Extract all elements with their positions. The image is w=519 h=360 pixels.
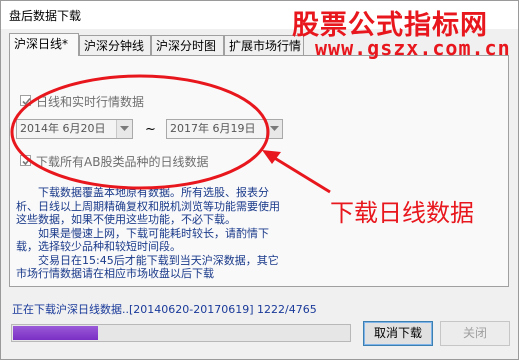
info-line: 交易日在15:45后才能下载到当天沪深数据，其它市场行情数据请在相应市场收盘以后… xyxy=(16,253,279,281)
tab-daily-label: 沪深日线* xyxy=(14,37,69,51)
download-status: 正在下载沪深日线数据..[20140620-20170619] 1222/476… xyxy=(12,303,317,316)
start-date-value: 2014年 6月20日 xyxy=(20,122,106,135)
chevron-down-icon xyxy=(270,126,279,131)
daily-realtime-checkbox[interactable] xyxy=(20,95,31,106)
close-label: 关闭 xyxy=(462,326,487,340)
info-text: 下载数据覆盖本地原有数据。所有选股、报表分析、日线以上周期精确复权和脱机浏览等功… xyxy=(16,186,286,281)
cancel-download-label: 取消下载 xyxy=(373,326,422,340)
date-separator: ~ xyxy=(145,122,156,137)
check-icon xyxy=(22,157,31,166)
tab-minute[interactable]: 沪深分钟线 xyxy=(79,35,151,55)
cancel-download-button[interactable]: 取消下载 xyxy=(363,321,433,346)
progress-fill xyxy=(13,326,98,340)
end-date-picker[interactable]: 2017年 6月19日 xyxy=(166,119,283,139)
window-title: 盘后数据下载 xyxy=(9,9,82,23)
watermark-url: www.gszx.com.cn xyxy=(315,36,511,60)
info-line: 下载数据覆盖本地原有数据。所有选股、报表分析、日线以上周期精确复权和脱机浏览等功… xyxy=(16,186,280,226)
tab-minute-label: 沪深分钟线 xyxy=(84,39,145,53)
info-line: 如果是慢速上网，下载可能耗时较长，请酌情下载，选择较少品种和较短时间段。 xyxy=(16,226,269,254)
tab-timeshare[interactable]: 沪深分时图 xyxy=(151,35,224,55)
all-ab-label: 下载所有AB股类品种的日线数据 xyxy=(36,155,209,169)
end-date-dropdown-button[interactable] xyxy=(266,120,282,138)
start-date-dropdown-button[interactable] xyxy=(116,120,132,138)
all-ab-checkbox[interactable] xyxy=(20,155,31,166)
annotation-label: 下载日线数据 xyxy=(330,199,474,227)
chevron-down-icon xyxy=(120,126,129,131)
end-date-value: 2017年 6月19日 xyxy=(170,122,256,135)
download-progress-bar xyxy=(11,324,351,342)
tab-daily[interactable]: 沪深日线* xyxy=(9,33,79,56)
check-icon xyxy=(22,97,31,106)
tab-extended-market-label: 扩展市场行情 xyxy=(229,39,302,53)
close-button[interactable]: 关闭 xyxy=(440,321,510,346)
tab-timeshare-label: 沪深分时图 xyxy=(156,39,217,53)
daily-realtime-label: 日线和实时行情数据 xyxy=(36,95,145,109)
start-date-picker[interactable]: 2014年 6月20日 xyxy=(16,119,133,139)
